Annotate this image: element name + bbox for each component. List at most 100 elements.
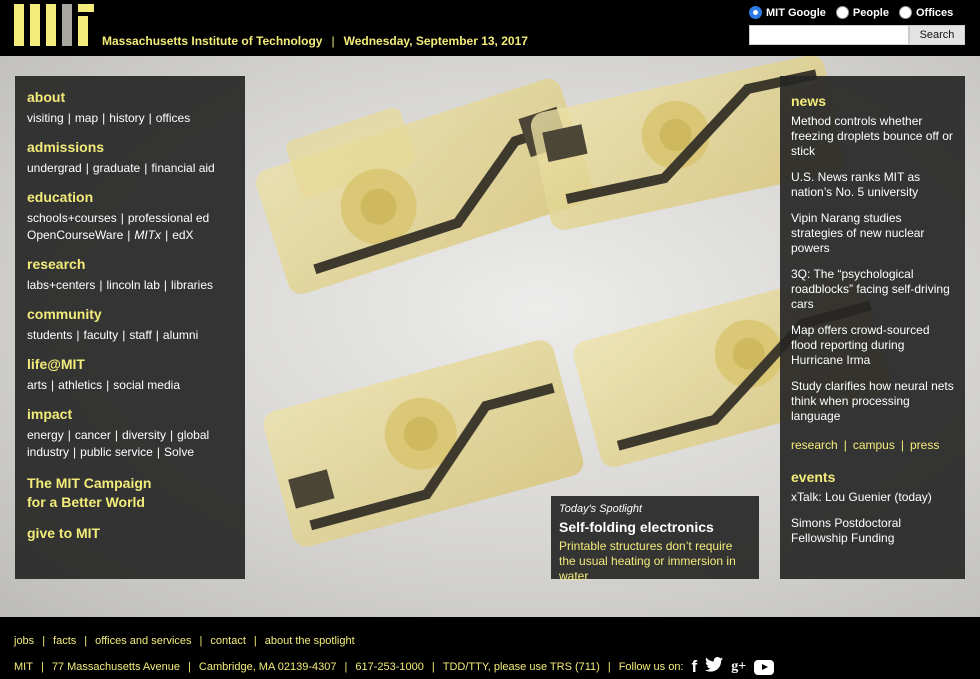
nav-link-mitx-label: MITx	[134, 228, 162, 242]
nav-link-lincoln-lab[interactable]: lincoln lab	[107, 278, 160, 292]
events-heading[interactable]: events	[791, 469, 954, 485]
google-plus-icon[interactable]: g+	[731, 659, 746, 675]
nav-section-impact: impact energy | cancer | diversity | global in…	[27, 407, 233, 461]
nav-link-mitx[interactable]: MITx	[134, 228, 161, 242]
institute-name[interactable]: Massachusetts Institute of Technology	[102, 34, 322, 48]
nav-link-global[interactable]: global	[177, 428, 209, 442]
site-header: Massachusetts Institute of Technology | We…	[0, 0, 980, 56]
spotlight-description: Printable structures don’t require the u…	[559, 539, 736, 583]
event-item[interactable]: Simons Postdoctoral Fellowship Funding	[791, 516, 954, 546]
nav-heading-research[interactable]: research	[27, 257, 233, 272]
separator: |	[188, 661, 191, 673]
nav-link-financial-aid[interactable]: financial aid	[151, 161, 214, 175]
nav-link-faculty[interactable]: faculty	[84, 328, 119, 342]
nav-link-labs-centers[interactable]: labs+centers	[27, 278, 95, 292]
footer-address: 77 Massachusetts Avenue	[51, 661, 181, 673]
footer-links: jobs | facts | offices and services | conta…	[14, 635, 966, 647]
news-item[interactable]: Vipin Narang studies strategies of new n…	[791, 211, 954, 256]
separator: |	[331, 34, 335, 48]
youtube-icon[interactable]	[754, 659, 775, 675]
nav-link-alumni[interactable]: alumni	[163, 328, 198, 342]
footer-city: Cambridge, MA 02139-4307	[198, 661, 337, 673]
nav-heading-community[interactable]: community	[27, 307, 233, 322]
nav-link-undergrad[interactable]: undergrad	[27, 161, 82, 175]
radio-offices[interactable]: Offices	[898, 6, 953, 19]
nav-link-arts[interactable]: arts	[27, 378, 47, 392]
search-input[interactable]	[749, 25, 909, 45]
news-heading[interactable]: news	[791, 93, 954, 109]
nav-link-social-media[interactable]: social media	[113, 378, 180, 392]
news-link-research[interactable]: research	[791, 438, 838, 452]
nav-link-diversity[interactable]: diversity	[122, 428, 166, 442]
news-item[interactable]: U.S. News ranks MIT as nation’s No. 5 un…	[791, 170, 954, 200]
main-navigation: about visiting | map | history | offices admis…	[15, 76, 245, 579]
facebook-icon[interactable]: f	[692, 658, 698, 675]
nav-link-professional-ed[interactable]: professional ed	[128, 211, 209, 225]
news-link-press[interactable]: press	[910, 438, 939, 452]
nav-section-admissions: admissions undergrad | graduate | financial …	[27, 140, 233, 177]
news-link-campus[interactable]: campus	[853, 438, 895, 452]
give-to-mit-link[interactable]: give to MIT	[27, 524, 233, 543]
nav-link-public-service[interactable]: public service	[80, 445, 153, 459]
logo-bar	[30, 4, 40, 46]
logo-bar	[46, 4, 56, 46]
event-item[interactable]: xTalk: Lou Guenier (today)	[791, 490, 954, 505]
radio-label: MIT Google	[766, 6, 826, 19]
separator: |	[127, 228, 131, 242]
separator: |	[163, 278, 167, 292]
footer-link-contact[interactable]: contact	[210, 635, 245, 647]
separator: |	[155, 328, 159, 342]
footer-link-about-spotlight[interactable]: about the spotlight	[265, 635, 355, 647]
nav-link-visiting[interactable]: visiting	[27, 111, 64, 125]
nav-link-opencourseware[interactable]: OpenCourseWare	[27, 228, 123, 242]
nav-link-history[interactable]: history	[109, 111, 144, 125]
news-item[interactable]: 3Q: The “psychological roadblocks” facin…	[791, 267, 954, 312]
campaign-line: for a Better World	[27, 494, 145, 510]
nav-section-life: life@MIT arts | athletics | social media	[27, 357, 233, 394]
nav-link-cancer[interactable]: cancer	[75, 428, 111, 442]
footer-link-offices-services[interactable]: offices and services	[95, 635, 191, 647]
separator: |	[431, 661, 435, 673]
campaign-link[interactable]: The MIT Campaign for a Better World	[27, 474, 233, 512]
radio-icon[interactable]	[835, 6, 849, 19]
twitter-icon[interactable]	[705, 657, 724, 677]
nav-link-offices[interactable]: offices	[156, 111, 190, 125]
nav-link-staff[interactable]: staff	[129, 328, 151, 342]
spotlight-title: Self-folding electronics	[559, 519, 714, 535]
nav-heading-impact[interactable]: impact	[27, 407, 233, 422]
nav-heading-admissions[interactable]: admissions	[27, 140, 233, 155]
news-item[interactable]: Map offers crowd-sourced flood reporting…	[791, 323, 954, 368]
spotlight-caption[interactable]: Today's Spotlight Self-folding electroni…	[551, 496, 759, 583]
nav-link-industry[interactable]: industry	[27, 445, 69, 459]
radio-mit-google[interactable]: MIT Google	[749, 6, 826, 19]
mit-logo[interactable]	[14, 4, 94, 46]
footer-link-jobs[interactable]: jobs	[14, 635, 34, 647]
nav-link-map[interactable]: map	[75, 111, 98, 125]
radio-icon[interactable]	[898, 6, 912, 19]
nav-section-community: community students | faculty | staff | alumni	[27, 307, 233, 344]
nav-link-libraries[interactable]: libraries	[171, 278, 213, 292]
separator: |	[85, 161, 89, 175]
footer-contact-info: MIT | 77 Massachusetts Avenue | Cambridge,…	[14, 657, 966, 677]
nav-heading-about[interactable]: about	[27, 90, 233, 105]
nav-heading-education[interactable]: education	[27, 190, 233, 205]
nav-link-graduate[interactable]: graduate	[93, 161, 140, 175]
nav-link-energy[interactable]: energy	[27, 428, 64, 442]
search-button[interactable]: Search	[909, 25, 965, 45]
news-item[interactable]: Method controls whether freezing droplet…	[791, 114, 954, 159]
footer-link-facts[interactable]: facts	[53, 635, 76, 647]
nav-link-edx[interactable]: edX	[172, 228, 193, 242]
separator: |	[67, 111, 71, 125]
separator: |	[102, 111, 106, 125]
nav-link-solve[interactable]: Solve	[164, 445, 194, 459]
nav-link-students[interactable]: students	[27, 328, 72, 342]
separator: |	[42, 635, 46, 647]
nav-heading-life[interactable]: life@MIT	[27, 357, 233, 372]
nav-link-athletics[interactable]: athletics	[58, 378, 102, 392]
radio-selected-icon[interactable]	[749, 6, 762, 19]
radio-people[interactable]: People	[835, 6, 889, 19]
news-item[interactable]: Study clarifies how neural nets think wh…	[791, 379, 954, 424]
logo-bar	[78, 16, 88, 46]
separator: |	[120, 211, 124, 225]
nav-link-schools-courses[interactable]: schools+courses	[27, 211, 117, 225]
